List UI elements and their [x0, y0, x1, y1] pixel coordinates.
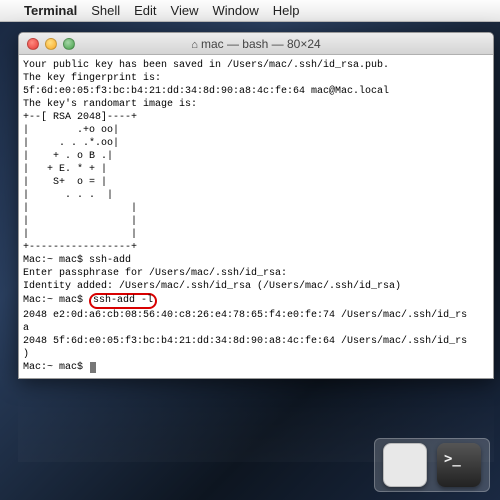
terminal-window[interactable]: ⌂mac — bash — 80×24 Your public key has …	[18, 32, 494, 379]
randomart-line: | S+ o = |	[23, 177, 107, 188]
randomart-line: | .+o oo|	[23, 125, 119, 136]
randomart-line: | + E. * + |	[23, 164, 107, 175]
line: Enter passphrase for /Users/mac/.ssh/id_…	[23, 268, 287, 279]
line: The key's randomart image is:	[23, 99, 197, 110]
randomart-line: +-----------------+	[23, 242, 137, 253]
line: Identity added: /Users/mac/.ssh/id_rsa (…	[23, 281, 401, 292]
line: a	[23, 323, 29, 334]
randomart-line: | . . .*.oo|	[23, 138, 119, 149]
minimize-button[interactable]	[45, 38, 57, 50]
prompt: Mac:~ mac$	[23, 295, 89, 306]
line: )	[23, 349, 29, 360]
terminal-content[interactable]: Your public key has been saved in /Users…	[19, 55, 493, 378]
window-title-wrap: ⌂mac — bash — 80×24	[19, 37, 493, 51]
dock-app-1[interactable]	[383, 443, 427, 487]
prompt: Mac:~ mac$	[23, 362, 89, 373]
prompt: Mac:~ mac$	[23, 255, 89, 266]
close-button[interactable]	[27, 38, 39, 50]
titlebar[interactable]: ⌂mac — bash — 80×24	[19, 33, 493, 55]
menu-edit[interactable]: Edit	[134, 3, 156, 18]
dock-terminal-icon[interactable]	[437, 443, 481, 487]
menu-shell[interactable]: Shell	[91, 3, 120, 18]
highlighted-command: ssh-add -l	[89, 293, 157, 309]
line: 2048 e2:0d:a6:cb:08:56:40:c8:26:e4:78:65…	[23, 310, 467, 321]
menubar: Terminal Shell Edit View Window Help	[0, 0, 500, 22]
menu-window[interactable]: Window	[213, 3, 259, 18]
dock[interactable]	[374, 438, 490, 492]
randomart-line: | . . . |	[23, 190, 113, 201]
randomart-line: | |	[23, 203, 137, 214]
window-title: mac — bash — 80×24	[201, 37, 321, 51]
app-menu[interactable]: Terminal	[24, 3, 77, 18]
command: ssh-add	[89, 255, 131, 266]
line: The key fingerprint is:	[23, 73, 161, 84]
randomart-line: | + . o B .|	[23, 151, 113, 162]
randomart-line: | |	[23, 229, 137, 240]
line: Your public key has been saved in /Users…	[23, 60, 389, 71]
menu-view[interactable]: View	[171, 3, 199, 18]
randomart-line: +--[ RSA 2048]----+	[23, 112, 137, 123]
line: 5f:6d:e0:05:f3:bc:b4:21:dd:34:8d:90:a8:4…	[23, 86, 389, 97]
randomart-line: | |	[23, 216, 137, 227]
cursor	[90, 362, 96, 373]
line: 2048 5f:6d:e0:05:f3:bc:b4:21:dd:34:8d:90…	[23, 336, 467, 347]
zoom-button[interactable]	[63, 38, 75, 50]
menu-help[interactable]: Help	[273, 3, 300, 18]
window-controls	[27, 38, 75, 50]
home-icon: ⌂	[191, 39, 198, 51]
